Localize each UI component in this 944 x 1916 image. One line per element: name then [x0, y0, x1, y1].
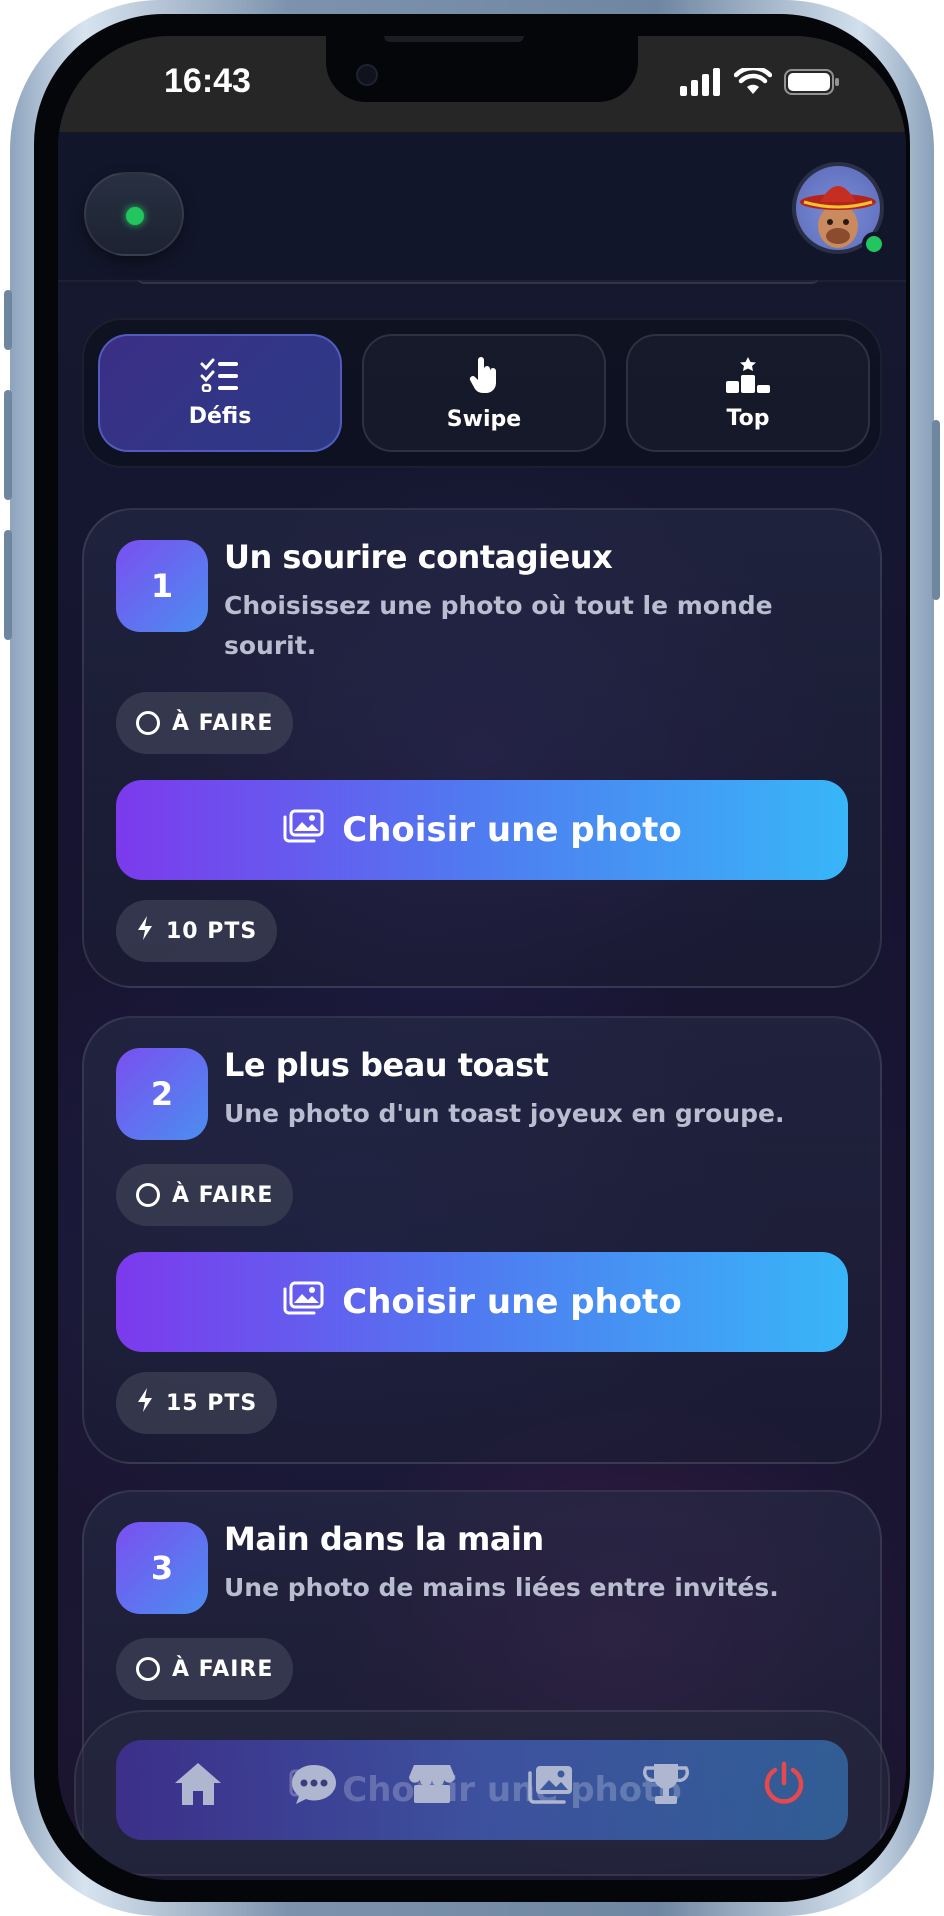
status-label: À FAIRE [172, 1182, 274, 1208]
tab-label: Défis [188, 403, 252, 429]
phone-frame: 16:43 Défis Swipe Top 1 Un sourire conta… [4, 0, 940, 1916]
home-icon [173, 1761, 223, 1811]
gallery-icon [526, 1764, 574, 1808]
app-header [58, 132, 906, 282]
pointer-hand-icon [467, 355, 501, 401]
shop-icon [408, 1763, 456, 1809]
signal-icon [680, 68, 722, 100]
screen: 16:43 Défis Swipe Top 1 Un sourire conta… [58, 36, 906, 1880]
front-camera [356, 64, 378, 86]
challenge-number: 2 [116, 1048, 208, 1140]
challenge-number: 3 [116, 1522, 208, 1614]
challenge-title: Main dans la main [224, 1520, 544, 1558]
nav-shop[interactable] [402, 1756, 462, 1816]
status-bar: 16:43 [58, 36, 906, 132]
tab-defis[interactable]: Défis [98, 334, 342, 452]
choose-photo-button[interactable]: Choisir une photo [116, 1252, 848, 1352]
nav-home[interactable] [168, 1756, 228, 1816]
power-icon [761, 1761, 807, 1811]
challenge-title: Le plus beau toast [224, 1046, 549, 1084]
challenge-number: 1 [116, 540, 208, 632]
power-side-button [932, 420, 940, 600]
tab-top[interactable]: Top [626, 334, 870, 452]
silent-switch [4, 290, 12, 350]
tab-swipe[interactable]: Swipe [362, 334, 606, 452]
choose-photo-button[interactable]: Choisir une photo [116, 780, 848, 880]
volume-up-button [4, 390, 12, 500]
status-badge: À FAIRE [116, 1638, 294, 1700]
status-badge: À FAIRE [116, 692, 294, 754]
status-icons [680, 65, 840, 100]
status-label: À FAIRE [172, 1656, 274, 1682]
points-badge: 15 PTS [116, 1372, 278, 1434]
volume-down-button [4, 530, 12, 640]
trophy-icon [642, 1761, 690, 1811]
checklist-icon [200, 358, 240, 398]
online-status-dot [126, 207, 144, 225]
nav-gallery[interactable] [520, 1756, 580, 1816]
button-label: Choisir une photo [342, 810, 682, 850]
battery-icon [784, 68, 840, 100]
challenge-card: 2 Le plus beau toast Une photo d'un toas… [82, 1016, 882, 1464]
challenge-description: Une photo d'un toast joyeux en groupe. [224, 1099, 785, 1128]
podium-icon [725, 356, 771, 400]
lightning-icon [136, 1387, 154, 1419]
scroll-edge [138, 278, 818, 284]
points-label: 10 PTS [166, 918, 258, 944]
wifi-icon [733, 65, 773, 100]
points-label: 15 PTS [166, 1390, 258, 1416]
nav-leaderboard[interactable] [636, 1756, 696, 1816]
notch [326, 36, 638, 102]
chat-icon [290, 1762, 338, 1810]
tab-label: Top [726, 405, 770, 431]
lightning-icon [136, 915, 154, 947]
speaker [384, 36, 524, 42]
button-label: Choisir une photo [342, 1282, 682, 1322]
challenge-description: Une photo de mains liées entre invités. [224, 1573, 779, 1602]
nav-chat[interactable] [284, 1756, 344, 1816]
photo-gallery-icon [282, 1281, 324, 1324]
todo-circle-icon [136, 711, 160, 735]
status-time: 16:43 [164, 62, 251, 100]
button-label: Choisir une photo [342, 1770, 682, 1810]
points-badge: 10 PTS [116, 900, 278, 962]
nav-logout[interactable] [754, 1756, 814, 1816]
challenge-title: Un sourire contagieux [224, 538, 613, 576]
photo-gallery-icon [282, 809, 324, 852]
status-label: À FAIRE [172, 710, 274, 736]
todo-circle-icon [136, 1657, 160, 1681]
connection-status-pill[interactable] [84, 172, 184, 256]
tab-label: Swipe [446, 406, 522, 432]
status-badge: À FAIRE [116, 1164, 294, 1226]
challenge-card: 1 Un sourire contagieux Choisissez une p… [82, 508, 882, 988]
challenge-description: Choisissez une photo où tout le monde so… [224, 591, 773, 660]
todo-circle-icon [136, 1183, 160, 1207]
avatar-online-indicator [862, 232, 886, 256]
tab-switcher: Défis Swipe Top [82, 318, 882, 468]
